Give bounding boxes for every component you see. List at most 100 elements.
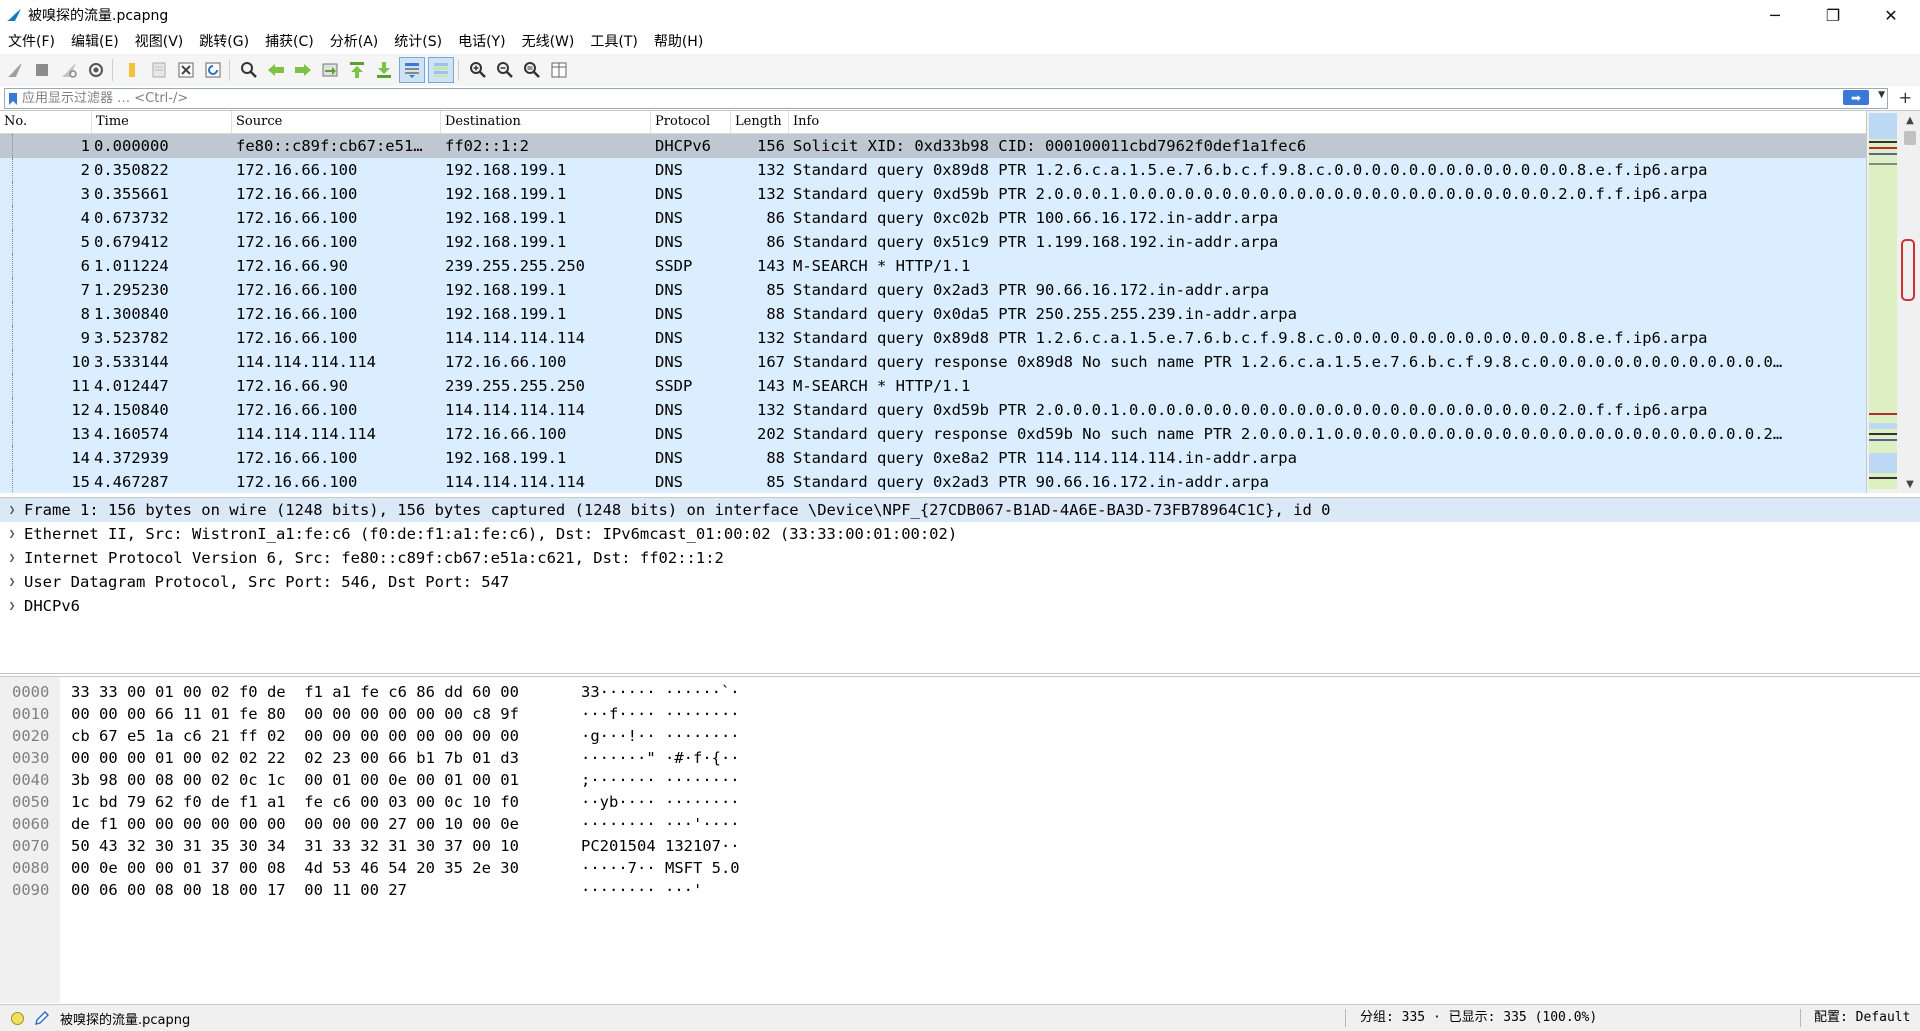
scroll-down-arrow[interactable]: ▼	[1900, 475, 1920, 493]
menu-file[interactable]: 文件(F)	[0, 30, 63, 54]
packet-list-scrollbar[interactable]: ▲ ▼	[1900, 111, 1920, 493]
restart-capture-button[interactable]	[57, 58, 81, 82]
menu-edit[interactable]: 编辑(E)	[63, 30, 127, 54]
autoscroll-button[interactable]	[399, 57, 425, 83]
packet-row[interactable]: 10 3.533144 114.114.114.114 172.16.66.100 DN…	[0, 350, 1866, 374]
stop-capture-button[interactable]	[30, 58, 54, 82]
chevron-right-icon[interactable]: ❯	[0, 546, 24, 570]
ascii-line[interactable]: ···f···· ········	[581, 703, 740, 725]
minimize-button[interactable]: ─	[1746, 0, 1804, 30]
packet-row[interactable]: 2 0.350822 172.16.66.100 192.168.199.1 DNS 13…	[0, 158, 1866, 182]
open-file-button[interactable]	[120, 58, 144, 82]
reload-file-button[interactable]	[201, 58, 225, 82]
first-packet-button[interactable]	[345, 58, 369, 82]
menu-telephony[interactable]: 电话(Y)	[450, 30, 513, 54]
column-header-time[interactable]: Time	[92, 111, 232, 133]
ascii-line[interactable]: PC201504 132107··	[581, 835, 740, 857]
bytes-hex-column[interactable]: 33 33 00 01 00 02 f0 de f1 a1 fe c6 86 d…	[71, 681, 519, 901]
column-header-source[interactable]: Source	[232, 111, 441, 133]
save-file-button[interactable]	[147, 58, 171, 82]
scroll-up-arrow[interactable]: ▲	[1900, 111, 1920, 129]
zoom-normal-button[interactable]	[520, 58, 544, 82]
go-forward-button[interactable]	[291, 58, 315, 82]
menu-statistics[interactable]: 统计(S)	[386, 30, 450, 54]
detail-tree-item[interactable]: ❯ User Datagram Protocol, Src Port: 546, …	[0, 570, 1920, 594]
packet-row[interactable]: 1 0.000000 fe80::c89f:cb67:e51… ff02::1:2 DH…	[0, 134, 1866, 158]
menu-tools[interactable]: 工具(T)	[582, 30, 645, 54]
ascii-line[interactable]: ·······" ·#·f·{··	[581, 747, 740, 769]
go-back-button[interactable]	[264, 58, 288, 82]
column-header-destination[interactable]: Destination	[441, 111, 651, 133]
packet-row[interactable]: 14 4.372939 172.16.66.100 192.168.199.1 DNS 8…	[0, 446, 1866, 470]
column-header-info[interactable]: Info	[789, 111, 1866, 133]
ascii-line[interactable]: ········ ···'····	[581, 813, 740, 835]
capture-options-button[interactable]	[84, 58, 108, 82]
zoom-in-button[interactable]	[466, 58, 490, 82]
chevron-right-icon[interactable]: ❯	[0, 522, 24, 546]
ascii-line[interactable]: ;······· ········	[581, 769, 740, 791]
menu-capture[interactable]: 捕获(C)	[257, 30, 322, 54]
scrollbar-thumb[interactable]	[1904, 131, 1916, 145]
menu-wireless[interactable]: 无线(W)	[514, 30, 583, 54]
detail-tree-item[interactable]: ❯ DHCPv6	[0, 594, 1920, 618]
packet-row[interactable]: 11 4.012447 172.16.66.90 239.255.255.250 SSD…	[0, 374, 1866, 398]
hex-line[interactable]: 00 00 00 66 11 01 fe 80 00 00 00 00 00 0…	[71, 703, 519, 725]
ascii-line[interactable]: 33······ ······`·	[581, 681, 740, 703]
packet-row[interactable]: 12 4.150840 172.16.66.100 114.114.114.114 DN…	[0, 398, 1866, 422]
display-filter-input[interactable]	[18, 90, 1806, 107]
packet-row[interactable]: 3 0.355661 172.16.66.100 192.168.199.1 DNS 13…	[0, 182, 1866, 206]
packet-row[interactable]: 8 1.300840 172.16.66.100 192.168.199.1 DNS 88…	[0, 302, 1866, 326]
close-file-button[interactable]	[174, 58, 198, 82]
detail-tree-item[interactable]: ❯ Frame 1: 156 bytes on wire (1248 bits),…	[0, 498, 1920, 522]
column-header-protocol[interactable]: Protocol	[651, 111, 731, 133]
hex-line[interactable]: 00 0e 00 00 01 37 00 08 4d 53 46 54 20 3…	[71, 857, 519, 879]
hex-line[interactable]: de f1 00 00 00 00 00 00 00 00 00 27 00 1…	[71, 813, 519, 835]
last-packet-button[interactable]	[372, 58, 396, 82]
bookmark-icon[interactable]	[8, 92, 18, 106]
apply-filter-button[interactable]: ➡	[1843, 90, 1869, 105]
packet-row[interactable]: 6 1.011224 172.16.66.90 239.255.255.250 SSDP…	[0, 254, 1866, 278]
packet-row[interactable]: 5 0.679412 172.16.66.100 192.168.199.1 DNS 86…	[0, 230, 1866, 254]
edit-comment-icon[interactable]	[34, 1010, 50, 1026]
hex-line[interactable]: 1c bd 79 62 f0 de f1 a1 fe c6 00 03 00 0…	[71, 791, 519, 813]
bytes-ascii-column[interactable]: 33······ ······`· ···f···· ········ ·g···!…	[581, 681, 740, 901]
packet-row[interactable]: 13 4.160574 114.114.114.114 172.16.66.100 DN…	[0, 422, 1866, 446]
detail-tree-item[interactable]: ❯ Ethernet II, Src: WistronI_a1:fe:c6 (f0…	[0, 522, 1920, 546]
ascii-line[interactable]: ··yb···· ········	[581, 791, 740, 813]
goto-packet-button[interactable]	[318, 58, 342, 82]
zoom-out-button[interactable]	[493, 58, 517, 82]
packet-minimap[interactable]	[1866, 111, 1901, 493]
column-header-no[interactable]: No.	[0, 111, 92, 133]
expert-info-icon[interactable]	[11, 1011, 24, 1025]
hex-line[interactable]: 3b 98 00 08 00 02 0c 1c 00 01 00 0e 00 0…	[71, 769, 519, 791]
column-header-length[interactable]: Length	[731, 111, 789, 133]
menu-go[interactable]: 跳转(G)	[191, 30, 257, 54]
filter-history-dropdown[interactable]: ▼	[1878, 90, 1885, 100]
hex-line[interactable]: 00 06 00 08 00 18 00 17 00 11 00 27	[71, 879, 519, 901]
find-packet-button[interactable]	[237, 58, 261, 82]
ascii-line[interactable]: ·g···!·· ········	[581, 725, 740, 747]
hex-line[interactable]: 50 43 32 30 31 35 30 34 31 33 32 31 30 3…	[71, 835, 519, 857]
start-capture-button[interactable]	[3, 58, 27, 82]
menu-help[interactable]: 帮助(H)	[646, 30, 711, 54]
hex-line[interactable]: 33 33 00 01 00 02 f0 de f1 a1 fe c6 86 d…	[71, 681, 519, 703]
packet-row[interactable]: 7 1.295230 172.16.66.100 192.168.199.1 DNS 85…	[0, 278, 1866, 302]
chevron-right-icon[interactable]: ❯	[0, 594, 24, 618]
restore-button[interactable]: ❐	[1804, 0, 1862, 30]
add-filter-button[interactable]: +	[1899, 88, 1912, 107]
detail-tree-item[interactable]: ❯ Internet Protocol Version 6, Src: fe80:…	[0, 546, 1920, 570]
ascii-line[interactable]: ·····7·· MSFT 5.0	[581, 857, 740, 879]
hex-line[interactable]: 00 00 00 01 00 02 02 22 02 23 00 66 b1 7…	[71, 747, 519, 769]
packet-row[interactable]: 9 3.523782 172.16.66.100 114.114.114.114 DNS…	[0, 326, 1866, 350]
menu-analyze[interactable]: 分析(A)	[322, 30, 387, 54]
hex-line[interactable]: cb 67 e5 1a c6 21 ff 02 00 00 00 00 00 0…	[71, 725, 519, 747]
chevron-right-icon[interactable]: ❯	[0, 570, 24, 594]
ascii-line[interactable]: ········ ···'	[581, 879, 740, 901]
close-button[interactable]: ✕	[1862, 0, 1920, 30]
menu-view[interactable]: 视图(V)	[127, 30, 192, 54]
packet-row[interactable]: 15 4.467287 172.16.66.100 114.114.114.114 DN…	[0, 470, 1866, 493]
colorize-button[interactable]	[428, 57, 454, 83]
status-profile[interactable]: 配置: Default	[1814, 1005, 1910, 1031]
chevron-right-icon[interactable]: ❯	[0, 498, 24, 522]
packet-row[interactable]: 4 0.673732 172.16.66.100 192.168.199.1 DNS 86…	[0, 206, 1866, 230]
